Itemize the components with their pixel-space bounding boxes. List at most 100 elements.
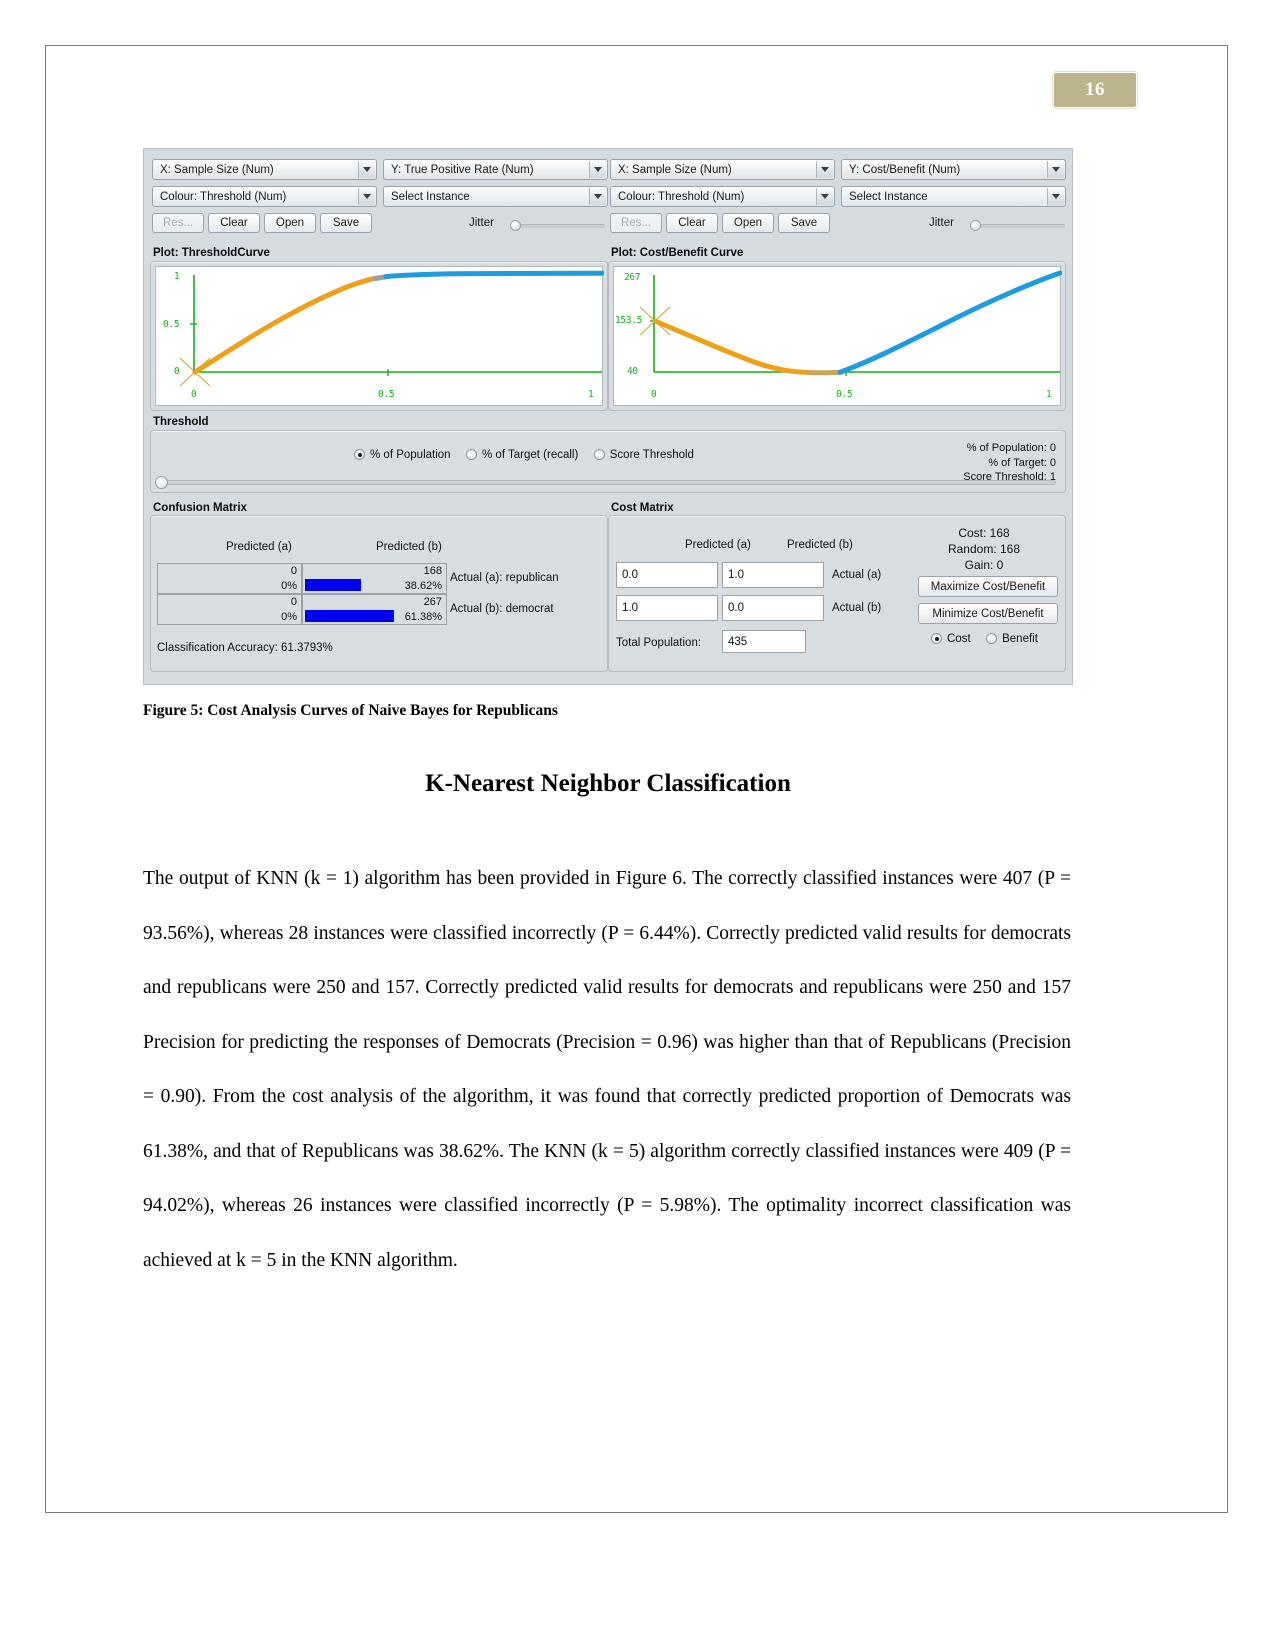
right-select-instance-label: Select Instance <box>849 190 928 203</box>
radio-score-threshold[interactable]: Score Threshold <box>593 448 694 461</box>
total-population-label: Total Population: <box>616 637 702 649</box>
right-x-axis-label: X: Sample Size (Num) <box>618 163 732 176</box>
cost-benefit-mode-radiogroup[interactable]: Cost Benefit <box>931 631 1038 649</box>
radio-dot-icon <box>466 449 478 460</box>
total-population-input[interactable]: 435 <box>722 630 806 653</box>
confusion-row-b-label: Actual (b): democrat <box>450 603 554 615</box>
left-clear-button[interactable]: Clear <box>208 213 260 233</box>
cost-col-a-header: Predicted (a) <box>685 539 751 551</box>
right-y-axis-label: Y: Cost/Benefit (Num) <box>849 163 961 176</box>
left-jitter-label: Jitter <box>469 217 494 229</box>
radio-dot-icon <box>931 633 942 644</box>
right-y-axis-combo[interactable]: Y: Cost/Benefit (Num) <box>841 159 1066 180</box>
left-x-axis-combo[interactable]: X: Sample Size (Num) <box>152 159 377 180</box>
left-plot-canvas[interactable]: 1 0.5 0 0 0.5 1 <box>155 266 605 406</box>
cost-matrix-title: Cost Matrix <box>611 502 674 514</box>
right-save-button[interactable]: Save <box>778 213 830 233</box>
right-plot-ytick-mid: 153.5 <box>615 315 643 326</box>
cost-input-ba[interactable]: 1.0 <box>616 595 718 621</box>
right-x-axis-combo[interactable]: X: Sample Size (Num) <box>610 159 835 180</box>
left-y-axis-combo[interactable]: Y: True Positive Rate (Num) <box>383 159 608 180</box>
threshold-slider-knob[interactable] <box>155 476 168 489</box>
left-reset-button[interactable]: Res... <box>152 213 204 233</box>
right-select-instance-combo[interactable]: Select Instance <box>841 186 1066 207</box>
chevron-down-icon[interactable] <box>358 161 375 178</box>
cost-row-b-label: Actual (b) <box>832 602 882 614</box>
radio-benefit[interactable]: Benefit <box>986 633 1038 645</box>
right-colour-label: Colour: Threshold (Num) <box>618 190 745 203</box>
right-colour-combo[interactable]: Colour: Threshold (Num) <box>610 186 835 207</box>
left-plot-xtick-05: 0.5 <box>378 389 395 400</box>
radio-dot-icon <box>593 449 605 460</box>
maximize-cost-benefit-button[interactable]: Maximize Cost/Benefit <box>918 576 1058 597</box>
radio-label-percent-of-population: % of Population <box>370 448 451 461</box>
readout-percent-of-target: % of Target: 0 <box>988 456 1056 469</box>
chevron-down-icon[interactable] <box>1047 188 1064 205</box>
confusion-col-a-header: Predicted (a) <box>226 541 292 553</box>
left-select-instance-label: Select Instance <box>391 190 470 203</box>
confusion-cell-b2-pct: 61.38% <box>404 611 442 623</box>
left-plot-ytick-0: 0 <box>174 366 180 377</box>
confusion-cell-b2: 267 61.38% <box>302 594 447 625</box>
left-x-axis-label: X: Sample Size (Num) <box>160 163 274 176</box>
radio-percent-of-target[interactable]: % of Target (recall) <box>466 449 578 461</box>
chevron-down-icon[interactable] <box>816 188 833 205</box>
left-select-instance-combo[interactable]: Select Instance <box>383 186 608 207</box>
page-number-badge: 16 <box>1053 72 1137 108</box>
weka-cost-benefit-analysis-window: X: Sample Size (Num) Y: True Positive Ra… <box>143 148 1073 685</box>
section-heading: K-Nearest Neighbor Classification <box>425 770 791 797</box>
left-colour-combo[interactable]: Colour: Threshold (Num) <box>152 186 377 207</box>
left-jitter-knob[interactable] <box>510 220 521 231</box>
right-jitter-knob[interactable] <box>970 220 981 231</box>
cost-input-bb[interactable]: 0.0 <box>722 595 824 621</box>
confusion-cell-a1-pct: 0% <box>281 580 297 592</box>
chevron-down-icon[interactable] <box>358 188 375 205</box>
left-plot-ytick-05: 0.5 <box>163 319 180 330</box>
threshold-slider[interactable] <box>158 480 1056 485</box>
right-plot-xtick-05: 0.5 <box>836 389 853 400</box>
right-clear-button[interactable]: Clear <box>666 213 718 233</box>
readout-percent-of-population: % of Population: 0 <box>966 442 1056 454</box>
cost-row-a-label: Actual (a) <box>832 569 882 581</box>
minimize-cost-benefit-button[interactable]: Minimize Cost/Benefit <box>918 603 1058 624</box>
chevron-down-icon[interactable] <box>1047 161 1064 178</box>
confusion-cell-b1-bar <box>305 579 361 591</box>
right-jitter-slider[interactable] <box>973 224 1065 228</box>
right-plot-ytick-min: 40 <box>627 366 638 377</box>
radio-cost[interactable]: Cost <box>931 633 971 645</box>
right-plot-canvas[interactable]: 267 153.5 40 0 0.5 1 <box>613 266 1063 406</box>
figure-caption: Figure 5: Cost Analysis Curves of Naive … <box>143 702 558 719</box>
confusion-cell-a1-count: 0 <box>290 565 297 577</box>
left-colour-label: Colour: Threshold (Num) <box>160 190 287 203</box>
threshold-mode-radiogroup[interactable]: % of Population % of Target (recall) Sco… <box>354 447 705 465</box>
radio-label-score-threshold: Score Threshold <box>609 448 694 461</box>
gain-value: Gain: 0 <box>964 558 1004 572</box>
chevron-down-icon[interactable] <box>589 161 606 178</box>
left-plot-xtick-0: 0 <box>191 389 197 400</box>
chevron-down-icon[interactable] <box>589 188 606 205</box>
right-plot-ytick-max: 267 <box>624 272 641 283</box>
random-value: Random: 168 <box>947 542 1021 556</box>
left-open-button[interactable]: Open <box>264 213 316 233</box>
cost-input-aa[interactable]: 0.0 <box>616 562 718 588</box>
left-plot-title: Plot: ThresholdCurve <box>153 247 270 259</box>
radio-dot-icon <box>986 633 998 644</box>
radio-dot-icon <box>354 449 365 460</box>
threshold-curve-svg <box>179 270 605 387</box>
confusion-cell-b2-count: 267 <box>423 596 442 608</box>
cost-col-b-header: Predicted (b) <box>787 539 853 551</box>
right-open-button[interactable]: Open <box>722 213 774 233</box>
right-reset-button[interactable]: Res... <box>610 213 662 233</box>
confusion-cell-b2-bar <box>305 610 394 622</box>
left-plot-xtick-1: 1 <box>588 389 594 400</box>
cost-input-ab[interactable]: 1.0 <box>722 562 824 588</box>
classification-accuracy: Classification Accuracy: 61.3793% <box>157 642 333 654</box>
cost-statistics: Cost: 168 Random: 168 Gain: 0 <box>904 525 1064 573</box>
right-plot-title: Plot: Cost/Benefit Curve <box>611 247 744 259</box>
radio-label-cost: Cost <box>947 632 971 645</box>
left-save-button[interactable]: Save <box>320 213 372 233</box>
left-jitter-slider[interactable] <box>513 224 605 228</box>
chevron-down-icon[interactable] <box>816 161 833 178</box>
radio-percent-of-population[interactable]: % of Population <box>354 449 451 461</box>
threshold-readout: % of Population: 0 % of Target: 0 Score … <box>844 441 1056 485</box>
